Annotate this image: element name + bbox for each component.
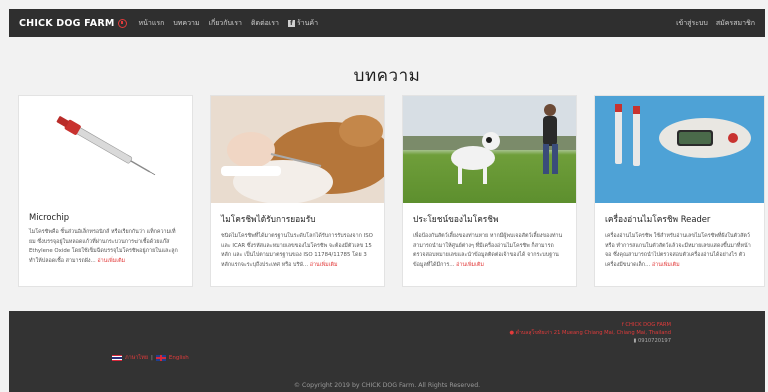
card-excerpt: เครื่องอ่านไมโครชิพ ใช้สำหรับอ่านเลขไมโค… [605,232,754,270]
login-link[interactable]: เข้าสู่ระบบ [676,18,708,29]
thai-flag-icon [112,355,122,361]
card-title: Microchip [29,212,70,222]
footer-phone: ▮ 0910720197 [509,337,671,345]
nav-articles[interactable]: บทความ [173,18,199,29]
read-more-link[interactable]: อ่านเพิ่มเติม [652,262,680,268]
facebook-icon: f [287,19,295,27]
footer-phone-number: 0910720197 [637,338,671,344]
top-navbar: CHICK DOG FARM หน้าแรก บทความ เกี่ยวกับเ… [9,9,765,37]
nav-about[interactable]: เกี่ยวกับเรา [209,18,242,29]
article-card-certified[interactable]: ไมโครชิพได้รับการยอมรับ ชนิดไมโครชิพที่ไ… [210,95,385,287]
page-footer: f CHICK DOG FARM ● ตำบลสุโขทัยเก่า 21 Mu… [9,311,765,392]
language-switcher: ภาษาไทย | English [112,354,189,362]
lang-separator: | [151,355,153,361]
footer-facebook-label: CHICK DOG FARM [625,322,671,328]
article-card-reader[interactable]: เครื่องอ่านไมโครชิพ Reader เครื่องอ่านไม… [594,95,765,287]
footer-contact: f CHICK DOG FARM ● ตำบลสุโขทัยเก่า 21 Mu… [509,321,671,345]
page-title: บทความ [353,66,421,86]
card-title: ประโยชน์ของไมโครชิพ [413,214,499,224]
lang-english-link[interactable]: English [169,355,189,361]
card-excerpt: เพื่อป้องกันสัตว์เลี้ยงของท่านหาย หากมีผ… [413,232,566,270]
nav-contact[interactable]: ติดต่อเรา [251,18,279,29]
vet-dog-image [211,96,384,203]
nav-home[interactable]: หน้าแรก [139,18,165,29]
card-excerpt-text: ชนิดไมโครชิพที่ได้มาตรฐานในระดับโลกได้รั… [221,233,373,268]
nav-shop[interactable]: f ร้านค้า [287,18,319,29]
lang-thai-link[interactable]: ภาษาไทย [125,354,148,362]
uk-flag-icon [155,355,166,361]
footer-address: ● ตำบลสุโขทัยเก่า 21 Mueang Chiang Mai, … [509,329,671,337]
footer-address-text: ตำบลสุโขทัยเก่า 21 Mueang Chiang Mai, Ch… [515,330,671,336]
brand-name: CHICK DOG FARM [19,17,115,29]
article-card-microchip[interactable]: Microchip ไมโครชิพคือ ชิ้นส่วนอิเล็กทรอน… [18,95,193,287]
nav-links: หน้าแรก บทความ เกี่ยวกับเรา ติดต่อเรา f … [139,18,319,29]
card-title: เครื่องอ่านไมโครชิพ Reader [605,214,711,224]
card-excerpt: ไมโครชิพคือ ชิ้นส่วนอิเล็กทรอนิกส์ หรือเ… [29,228,182,266]
brand-logo-link[interactable]: CHICK DOG FARM [19,18,127,29]
copyright-text: © Copyright 2019 by CHICK DOG Farm. All … [293,382,481,389]
microchip-reader-image [595,96,764,203]
register-link[interactable]: สมัครสมาชิก [716,18,755,29]
brand-pin-icon [117,18,127,28]
dog-running-image [403,96,576,203]
read-more-link[interactable]: อ่านเพิ่มเติม [456,262,484,268]
card-title: ไมโครชิพได้รับการยอมรับ [221,214,316,224]
footer-facebook-link[interactable]: f CHICK DOG FARM [509,321,671,329]
read-more-link[interactable]: อ่านเพิ่มเติม [310,262,338,268]
article-card-benefits[interactable]: ประโยชน์ของไมโครชิพ เพื่อป้องกันสัตว์เลี… [402,95,577,287]
microchip-syringe-image [19,96,192,203]
card-excerpt-text: เพื่อป้องกันสัตว์เลี้ยงของท่านหาย หากมีผ… [413,233,563,268]
card-excerpt: ชนิดไมโครชิพที่ได้มาตรฐานในระดับโลกได้รั… [221,232,374,270]
nav-account: เข้าสู่ระบบ สมัครสมาชิก [676,18,755,29]
read-more-link[interactable]: อ่านเพิ่มเติม [97,258,125,264]
nav-shop-label: ร้านค้า [296,18,319,27]
